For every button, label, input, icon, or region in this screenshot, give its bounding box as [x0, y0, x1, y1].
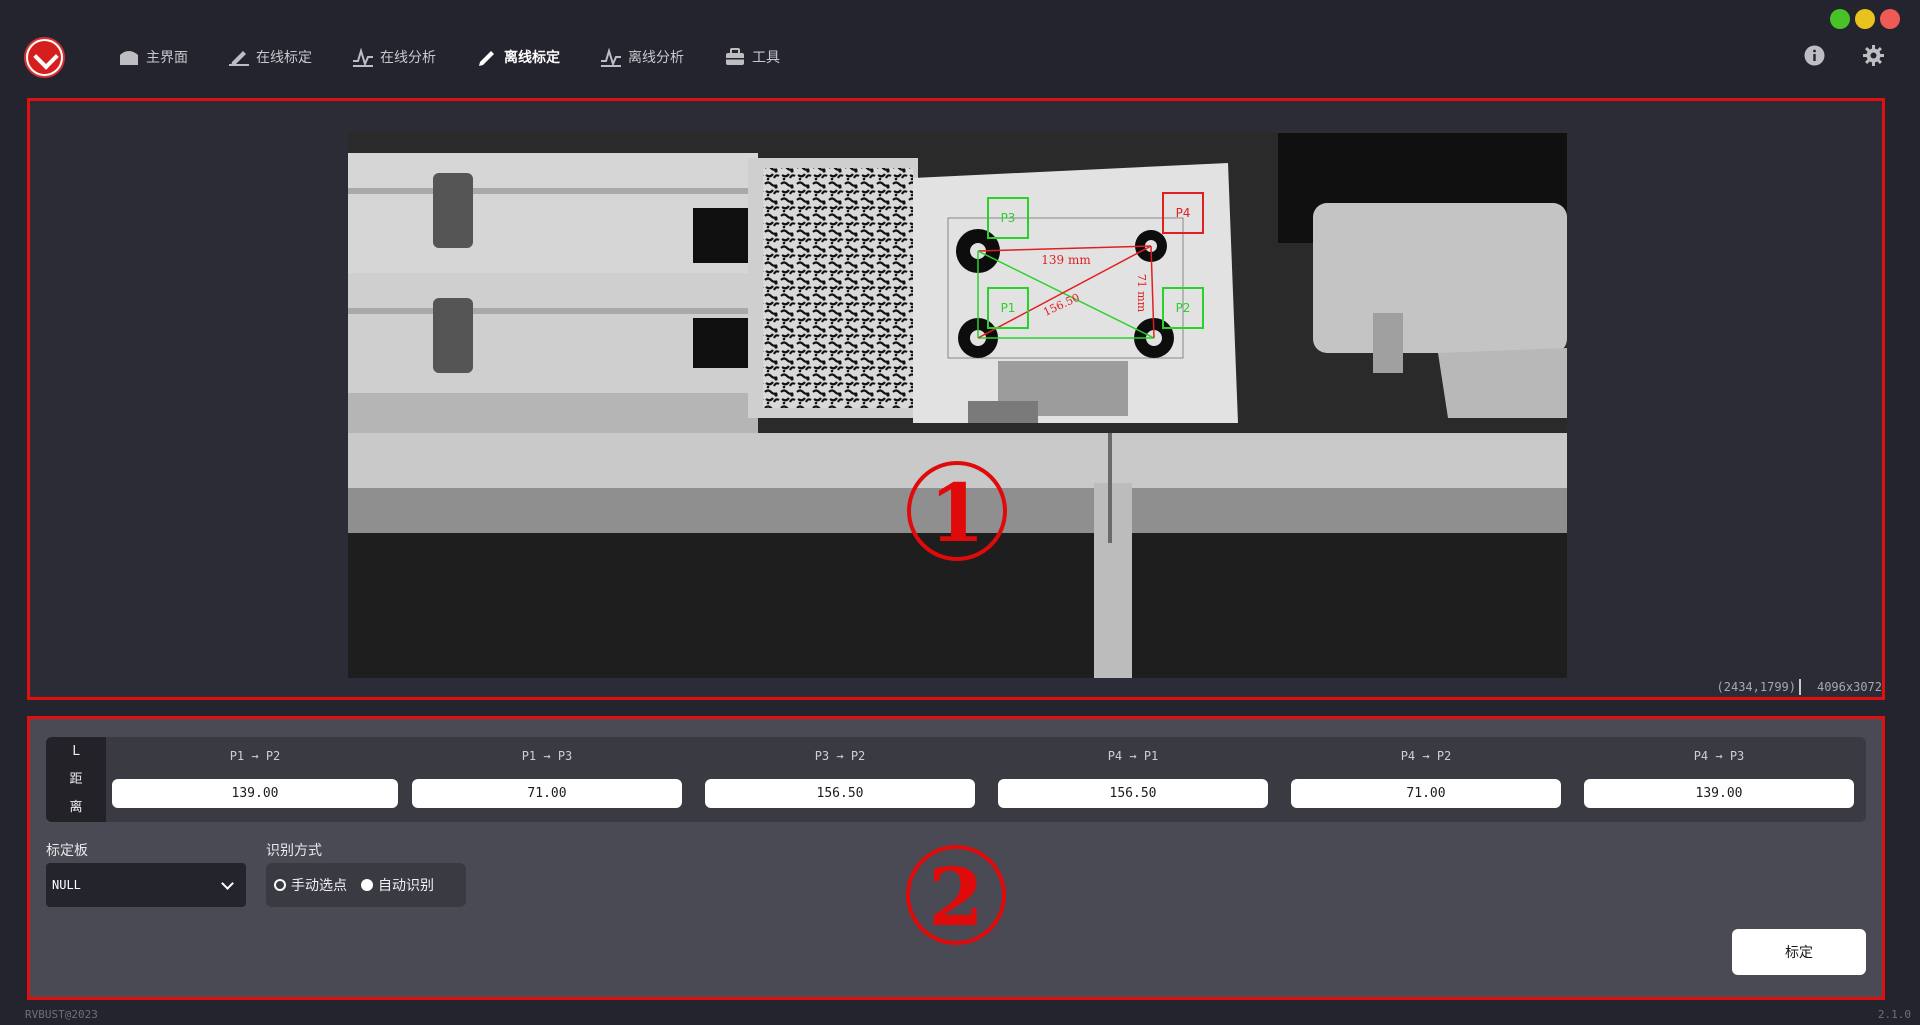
calibration-control-panel: L 距 离 P1 → P2 P1 → P3 P3 → P2 P4 → P1 P4…: [27, 716, 1885, 1000]
point-label-p3: P3: [1001, 211, 1016, 225]
distance-label-char: L: [72, 744, 80, 760]
distance-pair-label: P1 → P2: [229, 749, 281, 763]
calibrate-button[interactable]: 标定: [1732, 929, 1866, 975]
nav-item-label: 工具: [752, 50, 780, 66]
radio-unchecked-icon: [274, 879, 286, 891]
radio-label: 自动识别: [378, 878, 434, 894]
distance-pair-label: P4 → P1: [1107, 749, 1159, 763]
distance-cell-p4-p2: P4 → P2: [1291, 737, 1561, 822]
mode-field-title: 识别方式: [266, 843, 322, 859]
board-field-title: 标定板: [46, 843, 88, 859]
cursor-coordinate: (2434,1799): [1716, 680, 1796, 694]
region-marker-2: 2: [906, 845, 1006, 945]
board-select[interactable]: NULL: [46, 863, 246, 907]
region-marker-1: 1: [907, 461, 1007, 561]
top-right-tools: [1804, 45, 1884, 66]
distance-cell-p3-p2: P3 → P2: [705, 737, 975, 822]
pulse-icon: [353, 47, 373, 67]
mode-radio-group: 手动选点 自动识别: [266, 863, 466, 907]
measure-label-vertical: 71 mm: [1135, 274, 1148, 313]
camera-image[interactable]: P3 P4 P1 P2 139 mm 71 mm 156.50: [348, 133, 1567, 678]
camera-scene: P3 P4 P1 P2 139 mm 71 mm 156.50: [348, 133, 1567, 678]
distance-cell-p1-p3: P1 → P3: [412, 737, 682, 822]
version-text: 2.1.0: [1877, 1008, 1911, 1021]
window-controls: [1830, 9, 1900, 29]
nav-item-offline-analysis[interactable]: 离线分析: [600, 47, 684, 67]
info-icon[interactable]: [1804, 45, 1825, 66]
radio-label: 手动选点: [291, 878, 347, 894]
distance-pair-label: P4 → P3: [1693, 749, 1745, 763]
coordinate-divider: [1799, 679, 1801, 695]
nav-item-label: 在线标定: [256, 50, 312, 66]
radio-checked-icon: [361, 879, 373, 891]
app-logo: [24, 37, 65, 78]
nav-item-label: 主界面: [146, 50, 188, 66]
point-label-p2: P2: [1176, 301, 1191, 315]
point-label-p4: P4: [1176, 206, 1191, 220]
home-icon: [120, 51, 138, 65]
distance-label: L 距 离: [46, 737, 106, 822]
point-label-p1: P1: [1001, 301, 1016, 315]
window-minimize-button[interactable]: [1830, 9, 1850, 29]
nav-item-label: 在线分析: [380, 50, 436, 66]
distance-cell-p4-p1: P4 → P1: [998, 737, 1268, 822]
distance-row: L 距 离 P1 → P2 P1 → P3 P3 → P2 P4 → P1 P4…: [46, 737, 1866, 822]
distance-input-p4-p3[interactable]: [1584, 779, 1854, 808]
nav-item-label: 离线标定: [504, 50, 560, 66]
distance-input-p1-p3[interactable]: [412, 779, 682, 808]
nav-item-online-calibration[interactable]: 在线标定: [228, 47, 312, 67]
window-close-button[interactable]: [1880, 9, 1900, 29]
pencil-icon: [479, 51, 494, 66]
mode-radio-manual[interactable]: 手动选点: [274, 875, 347, 895]
distance-label-char: 距: [69, 771, 83, 787]
measure-label-horizontal: 139 mm: [1041, 253, 1091, 267]
nav-item-offline-calibration[interactable]: 离线标定: [476, 47, 560, 67]
copyright-text: RVBUST@2023: [25, 1008, 98, 1021]
mode-radio-auto[interactable]: 自动识别: [361, 875, 434, 895]
nav-item-home[interactable]: 主界面: [118, 47, 188, 67]
board-select-value: NULL: [52, 878, 81, 892]
nav-item-online-analysis[interactable]: 在线分析: [352, 47, 436, 67]
distance-pair-label: P1 → P3: [521, 749, 573, 763]
pulse-icon: [601, 47, 621, 67]
nav-item-tools[interactable]: 工具: [724, 47, 780, 67]
distance-input-p1-p2[interactable]: [112, 779, 398, 808]
nav-item-label: 离线分析: [628, 50, 684, 66]
distance-cell-p4-p3: P4 → P3: [1584, 737, 1854, 822]
distance-cell-p1-p2: P1 → P2: [112, 737, 398, 822]
chevron-down-icon: [221, 877, 234, 890]
distance-input-p4-p1[interactable]: [998, 779, 1268, 808]
image-viewer-panel: P3 P4 P1 P2 139 mm 71 mm 156.50 1 (2434,…: [27, 98, 1885, 700]
toolbox-icon: [726, 48, 744, 65]
distance-input-p3-p2[interactable]: [705, 779, 975, 808]
distance-pair-label: P3 → P2: [814, 749, 866, 763]
distance-label-char: 离: [69, 799, 83, 815]
pencil-icon: [229, 51, 249, 66]
gear-icon[interactable]: [1863, 45, 1884, 66]
distance-input-p4-p2[interactable]: [1291, 779, 1561, 808]
main-nav: 主界面 在线标定 在线分析 离线标定 离线分析 工具: [118, 44, 820, 70]
window-maximize-button[interactable]: [1855, 9, 1875, 29]
distance-pair-label: P4 → P2: [1400, 749, 1452, 763]
image-resolution: 4096x3072: [1816, 680, 1882, 694]
